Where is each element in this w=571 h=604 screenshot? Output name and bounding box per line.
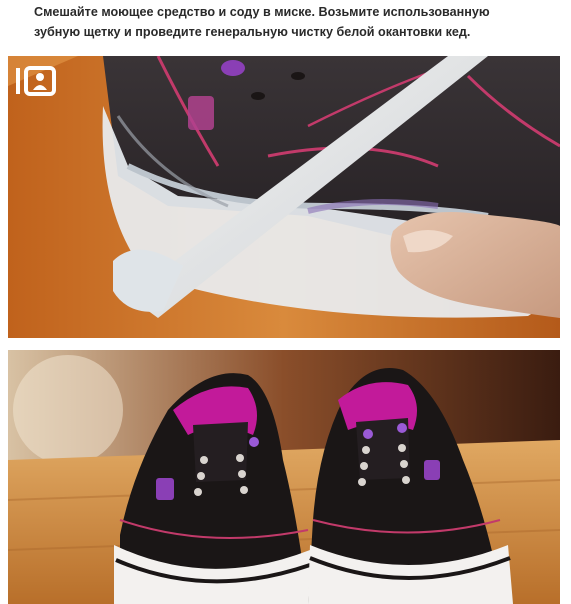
clean-sneakers-photo bbox=[8, 350, 560, 604]
clean-sneakers-illustration bbox=[8, 350, 560, 604]
instruction-caption: Смешайте моющее средство и соду в миске.… bbox=[34, 2, 554, 42]
watermark-logo-icon bbox=[14, 64, 56, 98]
caption-line-2: зубную щетку и проведите генеральную чис… bbox=[34, 25, 471, 39]
caption-line-1: Смешайте моющее средство и соду в миске.… bbox=[34, 5, 490, 19]
cleaning-photo bbox=[8, 56, 560, 338]
cleaning-photo-illustration bbox=[8, 56, 560, 338]
